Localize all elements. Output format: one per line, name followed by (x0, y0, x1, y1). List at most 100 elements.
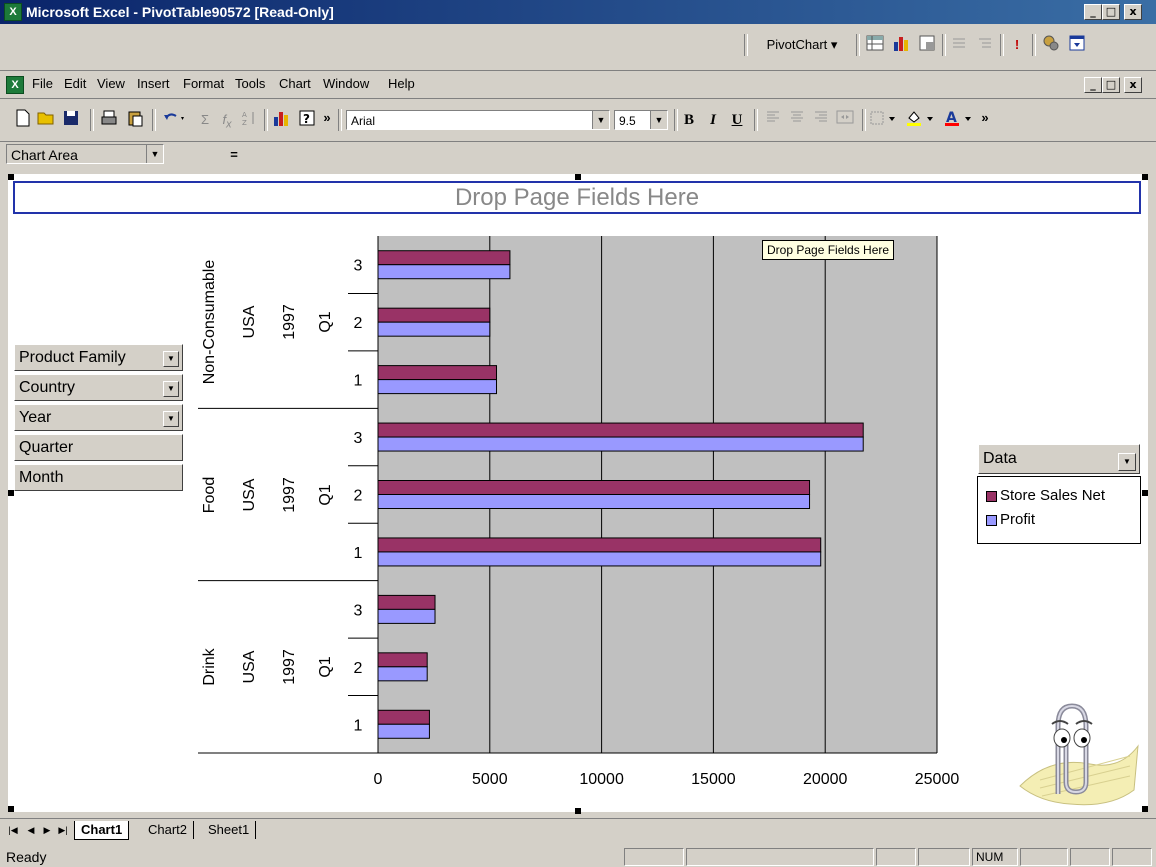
bar-profit (377, 264, 511, 280)
chevron-down-icon[interactable]: ▼ (650, 111, 667, 129)
format-report-icon[interactable] (864, 34, 886, 56)
borders-icon[interactable] (868, 109, 900, 131)
hide-detail-icon[interactable] (948, 34, 970, 56)
drop-page-fields-tooltip: Drop Page Fields Here (762, 240, 895, 260)
data-field-button[interactable]: Data ▼ (978, 444, 1140, 474)
window-title: Microsoft Excel - PivotTable90572 [Read-… (26, 4, 334, 20)
new-file-icon[interactable] (12, 109, 34, 131)
print-icon[interactable] (98, 109, 120, 131)
undo-icon[interactable] (160, 109, 190, 131)
menu-view[interactable]: View (97, 71, 125, 97)
month-tick-label: 2 (354, 488, 363, 505)
italic-button[interactable]: I (702, 109, 724, 131)
autosum-icon[interactable]: Σ (194, 109, 216, 131)
toolbar-options-icon[interactable]: » (320, 107, 334, 129)
sheet-tab-chart1[interactable]: Chart1 (74, 821, 130, 840)
group-label-quarter: Q1 (317, 311, 334, 333)
chart-wizard-icon[interactable] (890, 34, 912, 56)
group-label-family: Drink (201, 648, 218, 686)
fill-color-icon[interactable] (904, 109, 940, 131)
close-button[interactable]: x (1124, 4, 1142, 20)
pivot-wizard-icon[interactable] (916, 34, 938, 56)
show-detail-icon[interactable] (974, 34, 996, 56)
open-folder-icon[interactable] (36, 109, 58, 131)
equals-button[interactable]: = (224, 144, 244, 166)
bar-store-sales-net (377, 422, 864, 438)
menu-insert[interactable]: Insert (137, 71, 170, 97)
doc-minimize-button[interactable]: _ (1084, 77, 1102, 93)
toolbar-separator (862, 109, 866, 131)
font-size-box[interactable]: 9.5 ▼ (614, 110, 668, 130)
paste-function-icon[interactable]: fx (216, 109, 238, 131)
sort-ascending-icon[interactable]: AZ (238, 109, 260, 131)
status-panel (1020, 848, 1068, 866)
toolbar-separator (264, 109, 268, 131)
menu-help[interactable]: Help (388, 71, 415, 97)
workbook-icon[interactable]: X (6, 76, 24, 94)
first-sheet-icon[interactable]: |◀ (6, 823, 20, 837)
save-icon[interactable] (60, 109, 82, 131)
toolbar-options-icon[interactable]: » (978, 107, 992, 129)
last-sheet-icon[interactable]: ▶| (56, 823, 70, 837)
prev-sheet-icon[interactable]: ◀ (24, 823, 38, 837)
x-tick-label: 20000 (802, 771, 848, 788)
sheet-tabs-bar: |◀ ◀ ▶ ▶| Chart1 Chart2 Sheet1 (0, 818, 1156, 843)
group-label-year: 1997 (281, 304, 298, 340)
next-sheet-icon[interactable]: ▶ (40, 823, 54, 837)
chart-area[interactable]: Drop Page Fields Here Product Family ▼ C… (8, 174, 1148, 814)
doc-close-button[interactable]: x (1124, 77, 1142, 93)
bar-store-sales-net (377, 594, 436, 610)
pivotchart-menu-button[interactable]: PivotChart ▾ (754, 34, 850, 56)
bar-store-sales-net (377, 537, 822, 553)
menu-window[interactable]: Window (323, 71, 369, 97)
month-tick-label: 1 (354, 717, 363, 734)
chevron-down-icon[interactable]: ▼ (592, 111, 609, 129)
group-label-country: USA (241, 305, 258, 339)
group-label-year: 1997 (281, 649, 298, 685)
hide-field-list-icon[interactable] (1066, 34, 1088, 56)
align-left-icon[interactable] (762, 109, 784, 131)
menu-edit[interactable]: Edit (64, 71, 86, 97)
bar-store-sales-net (377, 480, 811, 495)
menu-file[interactable]: File (32, 71, 53, 97)
maximize-button[interactable]: □ (1102, 4, 1120, 20)
doc-restore-button[interactable]: □ (1102, 77, 1120, 93)
menu-tools[interactable]: Tools (235, 71, 265, 97)
sheet-tab-sheet1[interactable]: Sheet1 (202, 821, 257, 839)
chevron-down-icon[interactable]: ▼ (1118, 453, 1136, 471)
legend[interactable]: Store Sales Net Profit (977, 476, 1141, 544)
name-box[interactable]: Chart Area ▼ (6, 144, 164, 164)
svg-text:A: A (242, 111, 247, 119)
help-icon[interactable]: ? (296, 109, 318, 131)
pivot-toolbar: PivotChart ▾ ! (0, 24, 1156, 71)
month-tick-label: 2 (354, 315, 363, 332)
merge-center-icon[interactable] (834, 109, 856, 131)
underline-button[interactable]: U (726, 109, 748, 131)
align-right-icon[interactable] (810, 109, 832, 131)
bold-button[interactable]: B (678, 109, 700, 131)
chevron-down-icon[interactable]: ▼ (146, 145, 163, 163)
legend-item-store-sales-net: Store Sales Net (986, 487, 1105, 504)
font-name-box[interactable]: Arial ▼ (346, 110, 610, 130)
title-bar: X Microsoft Excel - PivotTable90572 [Rea… (0, 0, 1156, 24)
refresh-data-button[interactable]: ! (1006, 34, 1028, 56)
menu-chart[interactable]: Chart (279, 71, 311, 97)
office-assistant-clippy-icon[interactable] (1010, 686, 1140, 810)
menu-format[interactable]: Format (183, 71, 224, 97)
chart-wizard-icon[interactable] (270, 109, 292, 131)
font-name-value: Arial (351, 114, 376, 128)
paste-icon[interactable] (124, 109, 146, 131)
font-color-icon[interactable]: A (942, 109, 978, 131)
toolbar-separator (942, 34, 946, 56)
align-center-icon[interactable] (786, 109, 808, 131)
bar-profit (377, 551, 822, 567)
status-panel (686, 848, 874, 866)
bar-profit (377, 666, 428, 682)
minimize-button[interactable]: _ (1084, 4, 1102, 20)
month-tick-label: 1 (354, 545, 363, 562)
bar-profit (377, 608, 436, 624)
field-settings-icon[interactable] (1040, 34, 1062, 56)
sheet-tab-chart2[interactable]: Chart2 (142, 821, 195, 839)
standard-toolbar: Σ fx AZ ? » Arial ▼ 9.5 ▼ B I U A » (0, 99, 1156, 142)
excel-app-icon[interactable]: X (4, 3, 22, 21)
